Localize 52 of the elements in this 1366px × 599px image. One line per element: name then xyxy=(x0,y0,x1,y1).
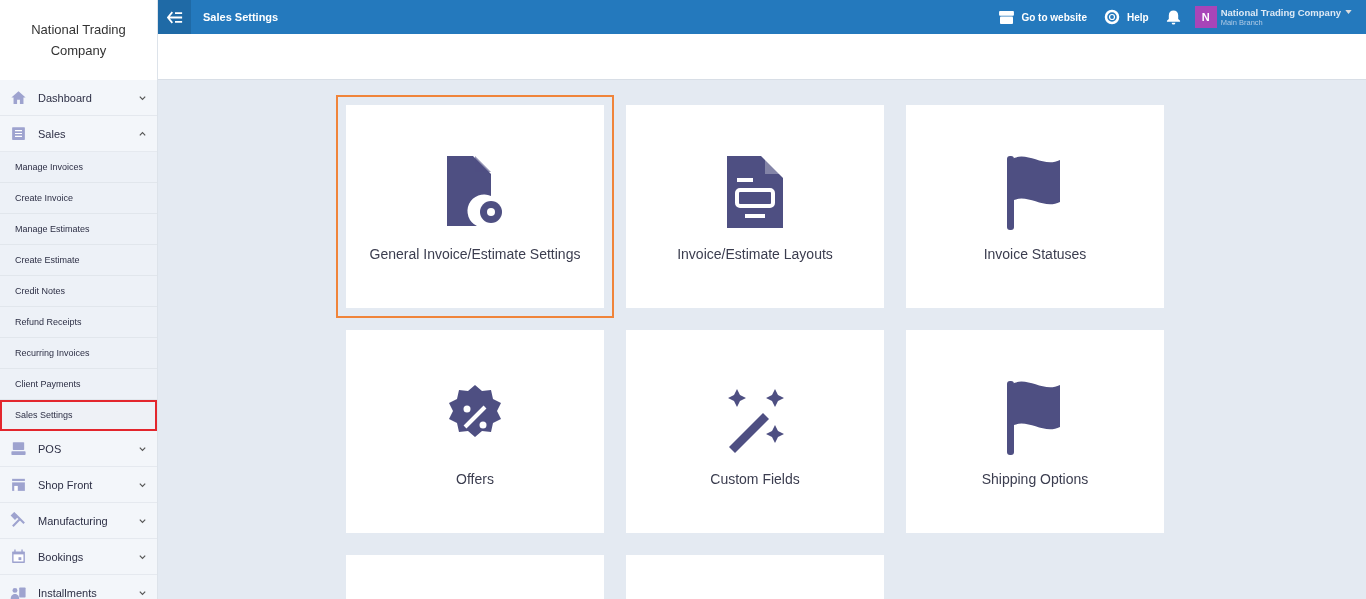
home-icon xyxy=(10,89,27,106)
submenu-item[interactable]: Manage Estimates xyxy=(0,214,157,245)
submenu-item[interactable]: Sales Settings xyxy=(0,400,157,431)
chevron-icon xyxy=(138,588,147,597)
card-label: Custom Fields xyxy=(710,470,800,487)
submenu-item[interactable]: Recurring Invoices xyxy=(0,338,157,369)
settings-card[interactable]: General Invoice/Estimate Settings xyxy=(336,95,614,318)
sidebar-item[interactable]: Bookings xyxy=(0,539,157,575)
chevron-icon xyxy=(138,552,147,561)
submenu-item[interactable]: Create Invoice xyxy=(0,183,157,214)
account-name: National Trading Company xyxy=(1220,7,1341,18)
submenu-item[interactable]: Client Payments xyxy=(0,369,157,400)
arrow-left-icon xyxy=(166,10,183,24)
card-label: Shipping Options xyxy=(981,470,1089,487)
chevron-icon xyxy=(138,129,147,138)
notifications-icon[interactable] xyxy=(1165,9,1181,25)
go-to-website-link[interactable]: Go to website xyxy=(999,10,1087,24)
card-label: Offers xyxy=(456,470,494,487)
chevron-icon xyxy=(138,93,147,102)
page-title: Sales Settings xyxy=(203,11,279,23)
card-label: Invoice/Estimate Layouts xyxy=(677,245,833,262)
submenu-item[interactable]: Refund Receipts xyxy=(0,307,157,338)
store-icon xyxy=(999,10,1015,24)
sidebar-item[interactable]: Installments xyxy=(0,575,157,599)
tools-icon xyxy=(10,512,27,529)
settings-card[interactable]: Shipping Options xyxy=(896,320,1174,543)
collapse-menu-button[interactable] xyxy=(158,0,191,34)
company-name: National Trading Company xyxy=(30,21,127,60)
settings-card[interactable]: Offers xyxy=(336,320,614,543)
chevron-icon xyxy=(138,480,147,489)
lifebuoy-icon xyxy=(1103,9,1120,25)
sidebar-item[interactable]: Shop Front xyxy=(0,467,157,503)
sidebar-item[interactable]: POS xyxy=(0,431,157,467)
calendar-icon xyxy=(10,548,27,565)
settings-card[interactable]: Invoice Statuses xyxy=(896,95,1174,318)
submenu-item[interactable]: Manage Invoices xyxy=(0,152,157,183)
settings-card[interactable]: Custom Fields xyxy=(616,320,894,543)
submenu-item[interactable]: Credit Notes xyxy=(0,276,157,307)
card-label: General Invoice/Estimate Settings xyxy=(369,245,581,262)
chevron-icon xyxy=(138,516,147,525)
computer-icon xyxy=(10,440,27,457)
settings-card[interactable]: Invoice/Estimate Layouts xyxy=(616,95,894,318)
chevron-icon xyxy=(138,444,147,453)
avatar: N xyxy=(1194,6,1217,28)
store-icon xyxy=(10,476,27,493)
caret-icon xyxy=(1345,10,1352,14)
card-label: Invoice Statuses xyxy=(983,245,1087,262)
help-link[interactable]: Help xyxy=(1103,9,1149,25)
sidebar-item[interactable]: Dashboard xyxy=(0,80,157,116)
list-icon xyxy=(10,125,27,142)
sidebar-item[interactable]: Manufacturing xyxy=(0,503,157,539)
submenu-item[interactable]: Create Estimate xyxy=(0,245,157,276)
